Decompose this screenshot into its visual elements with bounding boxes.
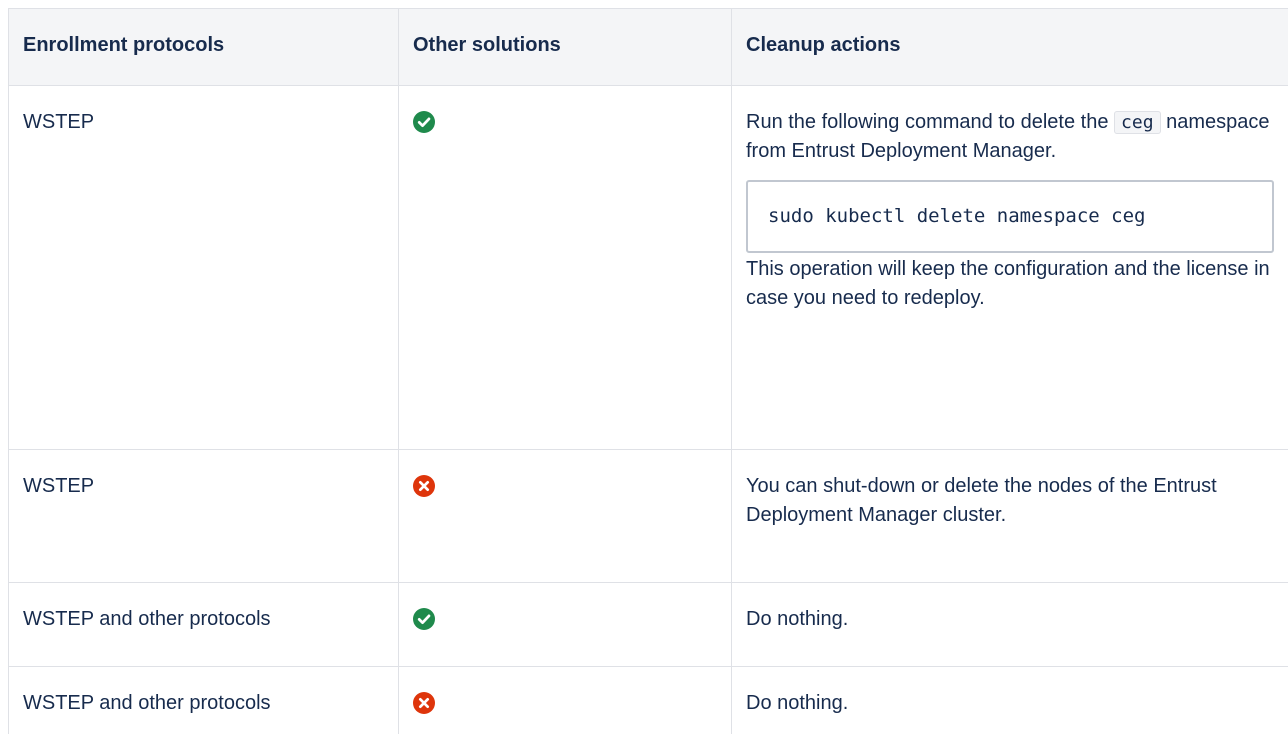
other-solutions-cell [398,666,732,734]
header-cleanup-actions: Cleanup actions [731,8,1288,86]
table-row: WSTEP and other protocols Do nothing. [8,582,1288,667]
protocol-text: WSTEP [23,475,95,497]
cleanup-text: Run the following command to delete the … [746,111,1270,162]
namespace-inline-code: ceg [1114,111,1161,134]
error-circle-icon [413,475,435,497]
cleanup-cell: Run the following command to delete the … [731,85,1288,450]
check-circle-icon [413,608,435,630]
protocol-cell: WSTEP and other protocols [8,666,399,734]
protocol-cell: WSTEP [8,85,399,450]
protocol-text: WSTEP [23,111,95,133]
other-solutions-cell [398,582,732,667]
protocol-cell: WSTEP [8,449,399,583]
table-row: WSTEP Run the following command to delet… [8,85,1288,450]
cleanup-table: Enrollment protocols Other solutions Cle… [8,8,1288,734]
protocol-cell: WSTEP and other protocols [8,582,399,667]
error-circle-icon [413,692,435,714]
cleanup-text: Do nothing. [746,692,849,714]
cleanup-cell: Do nothing. [731,582,1288,667]
cleanup-note: This operation will keep the configurati… [746,258,1270,309]
other-solutions-cell [398,449,732,583]
other-solutions-cell [398,85,732,450]
cleanup-cell: Do nothing. [731,666,1288,734]
page: Enrollment protocols Other solutions Cle… [0,0,1288,734]
check-circle-icon [413,111,435,133]
table-row: WSTEP You can shut-down or delete the no… [8,449,1288,583]
cleanup-text: You can shut-down or delete the nodes of… [746,475,1217,526]
protocol-text: WSTEP and other protocols [23,692,271,714]
command-code-block[interactable]: sudo kubectl delete namespace ceg [746,180,1274,253]
cleanup-cell: You can shut-down or delete the nodes of… [731,449,1288,583]
table-row: WSTEP and other protocols Do nothing. [8,666,1288,734]
table-header-row: Enrollment protocols Other solutions Cle… [8,8,1288,86]
header-enrollment-protocols: Enrollment protocols [8,8,399,86]
protocol-text: WSTEP and other protocols [23,608,271,630]
cleanup-text: Do nothing. [746,608,849,630]
header-other-solutions: Other solutions [398,8,732,86]
